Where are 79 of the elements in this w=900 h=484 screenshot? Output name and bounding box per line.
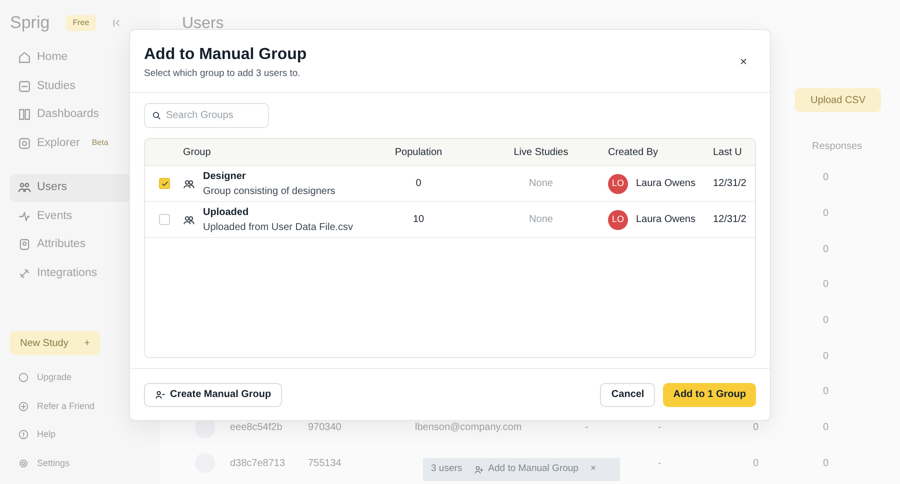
sidebar-link[interactable]: Help (10, 420, 150, 450)
sidebar-item[interactable]: Explorer Beta (10, 129, 150, 158)
table-cell: 0 (753, 458, 759, 469)
table-cell: 0 (823, 172, 829, 184)
table-cell: 12/31/2 (713, 178, 746, 190)
square-icon (18, 136, 31, 150)
add-to-group-button[interactable]: Add to Manual Group (474, 462, 578, 477)
table-cell: d38c7e8713 (230, 458, 286, 469)
table-cell: 12/31/2 (713, 214, 746, 226)
plus-circle-icon (18, 400, 29, 412)
table-cell: 970340 (308, 422, 342, 434)
avatar: LO (608, 174, 628, 194)
column-header: Created By (608, 146, 658, 158)
column-header: Responses (812, 140, 862, 154)
house-icon (18, 51, 31, 64)
square-icon (18, 80, 31, 93)
checkbox[interactable] (159, 214, 170, 226)
circle-icon (18, 372, 29, 384)
close-icon (739, 57, 748, 66)
group-description: Uploaded from User Data File.csv (203, 220, 354, 235)
table-cell: None (529, 178, 553, 190)
group-name: Uploaded (203, 206, 250, 220)
table-cell: - (658, 422, 662, 434)
upload-csv-button[interactable]: Upload CSV (795, 88, 881, 112)
page-title: Users (182, 14, 225, 34)
sidebar-item[interactable]: Events (10, 202, 150, 230)
table-cell: lbenson@company.com (415, 422, 522, 434)
table-cell: eee8c54f2b (230, 422, 282, 434)
settings-icon (18, 458, 29, 470)
search-icon (152, 111, 161, 120)
table-cell: 0 (823, 350, 829, 362)
table-cell: 0 (416, 178, 422, 190)
sidebar-link[interactable]: Settings (10, 449, 150, 478)
table-cell: - (585, 422, 588, 434)
table-cell: 0 (823, 279, 829, 290)
add-button[interactable]: Add to 1 Group (663, 382, 756, 407)
help-icon (18, 429, 29, 440)
selection-count: 3 users (431, 462, 462, 476)
sidebar-item[interactable]: Integrations (10, 259, 150, 288)
table-cell: 0 (753, 422, 759, 434)
table-cell: 0 (823, 458, 829, 469)
table-cell: 0 (823, 208, 829, 220)
group-name: Designer (203, 170, 247, 184)
table-cell: 0 (823, 386, 829, 398)
create-group-button[interactable]: Create Manual Group (144, 382, 282, 407)
column-header: Group (183, 146, 211, 158)
new-study-button[interactable]: New Study + (10, 331, 100, 356)
table-cell: 0 (823, 315, 829, 326)
people-icon (183, 178, 195, 190)
check-icon (160, 180, 168, 188)
sidebar-item[interactable]: Attributes (10, 230, 150, 259)
logo: Sprig (10, 12, 50, 34)
column-header: Live Studies (514, 146, 568, 158)
table-cell: 0 (823, 422, 829, 434)
table-cell: None (529, 214, 553, 226)
plan-badge: Free (66, 14, 96, 31)
table-cell: - (658, 458, 662, 469)
creator-name: Laura Owens (636, 213, 696, 228)
badge-icon (18, 238, 31, 252)
group-description: Group consisting of designers (203, 184, 336, 199)
column-header: Last U (713, 146, 742, 158)
beta-label: Beta (92, 137, 108, 150)
checkbox[interactable] (159, 178, 170, 190)
close-button[interactable]: × (590, 462, 596, 477)
table-cell: 0 (823, 244, 829, 255)
table-cell: 10 (412, 214, 424, 226)
avatar: LO (608, 210, 628, 230)
people-icon (183, 214, 195, 226)
columns-icon (18, 108, 31, 122)
dialog-subtitle: Select which group to add 3 users to. (144, 67, 302, 82)
plug-icon (18, 266, 31, 280)
creator-name: Laura Owens (636, 177, 696, 192)
people-icon (18, 181, 31, 194)
column-header: Population (394, 146, 442, 158)
search-field[interactable]: Search Groups (144, 103, 269, 128)
pulse-icon (18, 210, 31, 223)
table-cell: 755134 (308, 458, 342, 469)
dialog-title: Add to Manual Group (144, 45, 307, 64)
cancel-button[interactable]: Cancel (600, 382, 656, 407)
